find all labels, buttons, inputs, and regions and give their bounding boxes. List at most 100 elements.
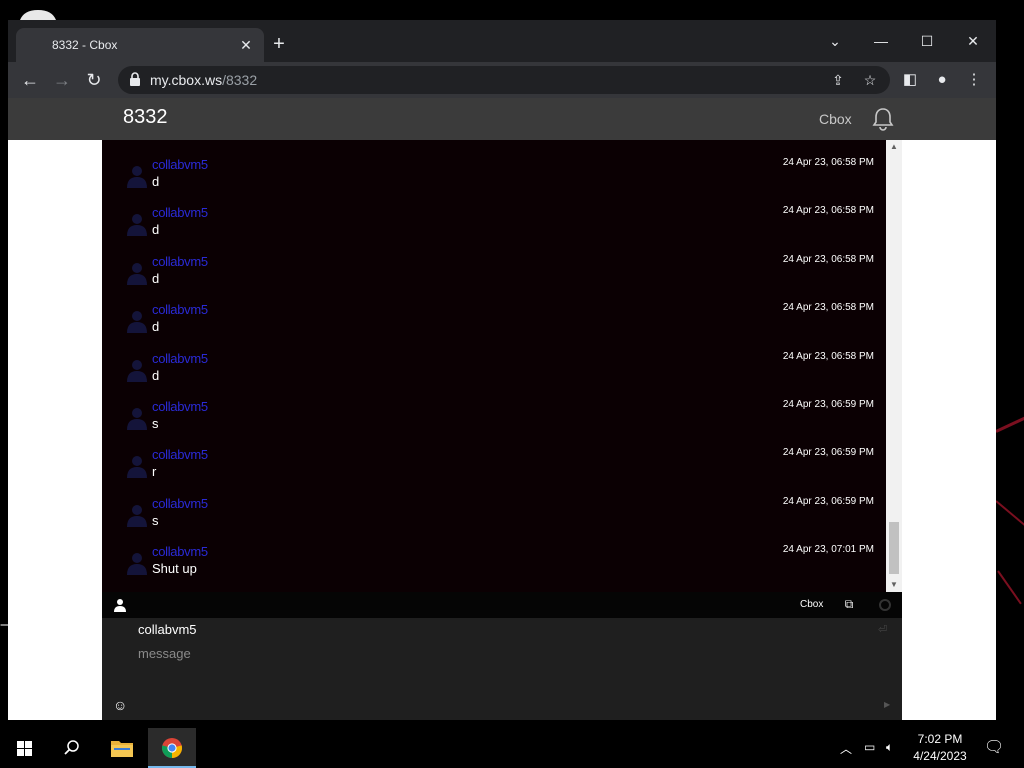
message-timestamp: 24 Apr 23, 06:58 PM <box>782 205 874 216</box>
message-timestamp: 24 Apr 23, 06:59 PM <box>782 399 874 410</box>
message-text: d <box>152 271 160 286</box>
forward-button[interactable]: → <box>48 66 76 94</box>
avatar-icon[interactable] <box>124 501 150 527</box>
message-timestamp: 24 Apr 23, 06:58 PM <box>782 157 874 168</box>
chrome-taskbar-button[interactable] <box>148 728 196 768</box>
message-text: r <box>152 464 157 479</box>
volume-icon[interactable]: 🔈︎ <box>886 740 893 755</box>
notifications-icon[interactable]: 🗨︎ <box>984 737 1004 757</box>
clock-date: 4/24/2023 <box>913 749 967 763</box>
bookmark-star-icon[interactable]: ☆ <box>860 70 880 90</box>
chat-message: collabvm5 Shut up 24 Apr 23, 07:01 PM <box>102 541 886 589</box>
avatar-icon[interactable] <box>124 356 150 382</box>
folder-icon <box>111 741 133 757</box>
back-button[interactable]: ← <box>16 66 44 94</box>
avatar-icon[interactable] <box>124 259 150 285</box>
tab-search-icon[interactable]: ⌄ <box>812 26 858 56</box>
message-text: d <box>152 368 160 383</box>
side-panel-icon[interactable]: ◧ <box>896 66 924 94</box>
minimize-button[interactable]: — <box>858 26 904 56</box>
chat-message: collabvm5 d 24 Apr 23, 06:58 PM <box>102 299 886 347</box>
message-username[interactable]: collabvm5 <box>152 351 208 366</box>
maximize-button[interactable]: ☐ <box>904 26 950 56</box>
message-text: d <box>152 174 160 189</box>
chat-toolbar: Cbox ⧉ <box>102 592 902 618</box>
avatar-icon[interactable] <box>124 162 150 188</box>
chat-message: collabvm5 d 24 Apr 23, 06:58 PM <box>102 251 886 299</box>
scroll-up-icon[interactable]: ▲ <box>886 140 902 154</box>
tab-strip: 8332 - Cbox ✕ + ⌄ — ☐ ✕ <box>8 20 996 62</box>
cbox-brand-link[interactable]: Cbox <box>800 599 823 610</box>
tab-close-icon[interactable]: ✕ <box>238 37 254 54</box>
user-icon[interactable] <box>114 598 126 612</box>
message-timestamp: 24 Apr 23, 07:01 PM <box>782 544 874 555</box>
popout-icon[interactable]: ⧉ <box>842 597 856 611</box>
tab-active[interactable]: 8332 - Cbox ✕ <box>16 28 264 62</box>
avatar-icon[interactable] <box>124 404 150 430</box>
browser-window: 8332 - Cbox ✕ + ⌄ — ☐ ✕ ← → ↻ my.cbox.ws… <box>8 20 996 720</box>
show-hidden-icons-icon[interactable]: ︿ <box>840 740 852 757</box>
message-text: s <box>152 513 159 528</box>
file-explorer-button[interactable] <box>98 728 146 768</box>
message-timestamp: 24 Apr 23, 06:58 PM <box>782 351 874 362</box>
message-timestamp: 24 Apr 23, 06:59 PM <box>782 496 874 507</box>
message-username[interactable]: collabvm5 <box>152 157 208 172</box>
start-button[interactable] <box>0 728 48 768</box>
message-timestamp: 24 Apr 23, 06:58 PM <box>782 254 874 265</box>
message-username[interactable]: collabvm5 <box>152 544 208 559</box>
message-username[interactable]: collabvm5 <box>152 496 208 511</box>
search-button[interactable] <box>48 728 96 768</box>
tab-title: 8332 - Cbox <box>52 38 118 52</box>
message-username[interactable]: collabvm5 <box>152 302 208 317</box>
clock-time: 7:02 PM <box>917 732 963 746</box>
message-text: Shut up <box>152 561 197 576</box>
menu-kebab-icon[interactable]: ⋮ <box>960 66 988 94</box>
chat-message: collabvm5 d 24 Apr 23, 06:58 PM <box>102 154 886 202</box>
page-title: 8332 <box>123 106 168 128</box>
avatar-icon[interactable] <box>124 307 150 333</box>
taskbar-clock[interactable]: 7:02 PM 4/24/2023 <box>908 731 972 765</box>
scroll-down-icon[interactable]: ▼ <box>886 578 902 592</box>
avatar-icon[interactable] <box>124 549 150 575</box>
message-username[interactable]: collabvm5 <box>152 399 208 414</box>
login-icon[interactable]: ⏎ <box>878 624 890 636</box>
message-username[interactable]: collabvm5 <box>152 447 208 462</box>
wallpaper-streak <box>995 500 1024 541</box>
name-field[interactable]: collabvm5 <box>138 622 197 637</box>
windows-logo-icon <box>17 741 32 756</box>
avatar-icon[interactable] <box>124 210 150 236</box>
page-header: 8332 Cbox <box>8 98 996 140</box>
send-arrow-icon[interactable]: ▶ <box>884 700 892 710</box>
compose-area: collabvm5 ⏎ ☺ ▶ <box>102 618 902 720</box>
close-window-button[interactable]: ✕ <box>950 26 996 56</box>
emoji-icon[interactable]: ☺ <box>113 698 127 712</box>
url-text[interactable]: my.cbox.ws/8332 <box>150 66 257 94</box>
chat-message: collabvm5 s 24 Apr 23, 06:59 PM <box>102 396 886 444</box>
scrollbar[interactable]: ▲ ▼ <box>886 140 902 592</box>
profile-icon[interactable]: ● <box>928 66 956 94</box>
bell-icon[interactable] <box>870 106 896 132</box>
new-tab-button[interactable]: + <box>268 34 290 56</box>
network-icon[interactable]: ▭ <box>864 740 875 754</box>
cbox-link[interactable]: Cbox <box>819 111 852 127</box>
browser-toolbar: ← → ↻ my.cbox.ws/8332 ⇪ ☆ ◧ ● ⋮ <box>8 62 996 98</box>
search-icon <box>64 740 79 755</box>
wallpaper-streak <box>995 404 1024 433</box>
avatar-icon[interactable] <box>124 452 150 478</box>
scroll-thumb[interactable] <box>889 522 899 574</box>
message-list[interactable]: collabvm5 d 24 Apr 23, 06:58 PM collabvm5 d 2… <box>102 140 886 592</box>
reload-button[interactable]: ↻ <box>80 66 108 94</box>
message-timestamp: 24 Apr 23, 06:58 PM <box>782 302 874 313</box>
share-icon[interactable]: ⇪ <box>828 70 848 90</box>
lock-icon[interactable] <box>130 72 140 86</box>
chat-message: collabvm5 d 24 Apr 23, 06:58 PM <box>102 348 886 396</box>
url-path: /8332 <box>222 72 258 88</box>
address-bar[interactable]: my.cbox.ws/8332 ⇪ ☆ <box>118 66 890 94</box>
loading-spinner-icon <box>879 599 891 611</box>
page-content: 8332 Cbox collabvm5 d 24 Apr 23, 06:58 PM c… <box>8 98 996 720</box>
wallpaper-streak <box>997 570 1022 605</box>
message-input[interactable] <box>138 644 838 662</box>
message-username[interactable]: collabvm5 <box>152 254 208 269</box>
taskbar: ︿ ▭ 🔈︎ 7:02 PM 4/24/2023 🗨︎ <box>0 728 1024 768</box>
message-username[interactable]: collabvm5 <box>152 205 208 220</box>
